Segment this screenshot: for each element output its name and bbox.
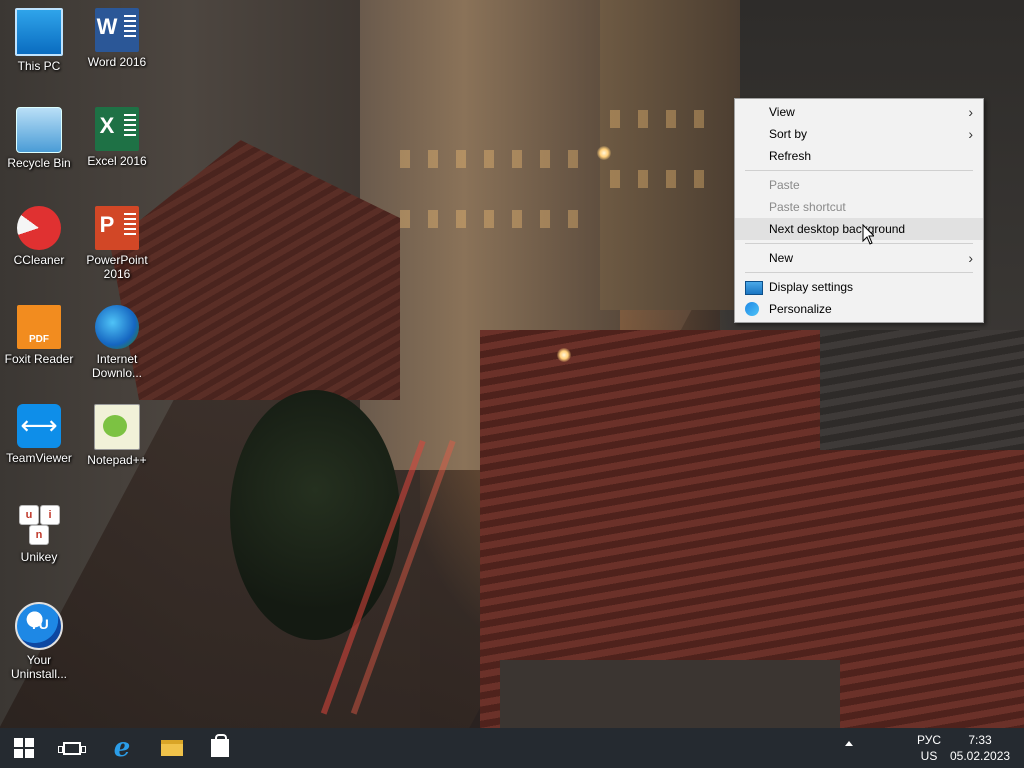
desktop-icon-ccleaner[interactable]: CCleaner <box>0 206 78 267</box>
file-explorer-button[interactable] <box>148 728 196 768</box>
store-icon <box>211 734 229 757</box>
menu-item-label: Display settings <box>769 280 854 294</box>
menu-item-personalize[interactable]: Personalize <box>735 298 983 320</box>
display-settings-icon <box>745 281 763 295</box>
desktop-icon-word[interactable]: W Word 2016 <box>78 8 156 69</box>
chevron-right-icon: › <box>968 104 973 120</box>
language-bottom-text: US <box>920 749 938 763</box>
menu-item-label: Paste shortcut <box>769 200 846 214</box>
recycle-bin-icon <box>16 107 62 153</box>
teamviewer-icon <box>17 404 61 448</box>
desktop-icon-label: Word 2016 <box>87 55 147 69</box>
start-button[interactable] <box>0 728 48 768</box>
desktop-icon-unikey[interactable]: u i n Unikey <box>0 503 78 564</box>
wallpaper-windows <box>400 150 580 168</box>
internet-explorer-button[interactable]: e <box>98 728 146 768</box>
notepad-plus-plus-icon <box>94 404 140 450</box>
desktop-icon-label: Internet Downlo... <box>91 352 143 380</box>
internet-explorer-icon: e <box>113 733 131 763</box>
system-clock[interactable]: 7:33 05.02.2023 <box>950 732 1010 764</box>
wallpaper-tree <box>230 390 400 640</box>
show-hidden-icons-chevron-up-icon[interactable] <box>845 741 853 746</box>
powerpoint-icon: P <box>95 206 139 250</box>
personalize-icon <box>745 302 759 316</box>
file-explorer-icon <box>161 740 183 756</box>
menu-separator <box>745 170 973 171</box>
desktop-icon-label: Notepad++ <box>87 453 147 467</box>
clock-date: 05.02.2023 <box>950 749 1011 763</box>
input-language-indicator[interactable]: РУС US <box>912 732 946 764</box>
wallpaper-house-front <box>500 660 840 728</box>
menu-item-sort-by[interactable]: Sort by › <box>735 123 983 145</box>
task-view-button[interactable] <box>48 728 96 768</box>
language-top-text: РУС <box>916 733 942 747</box>
menu-separator <box>745 243 973 244</box>
unikey-icon: u i n <box>17 503 61 547</box>
menu-item-label: New <box>769 251 794 265</box>
menu-item-refresh[interactable]: Refresh <box>735 145 983 167</box>
wallpaper-building-far <box>600 0 740 310</box>
desktop-icon-label: Your Uninstall... <box>10 653 68 681</box>
desktop-icon-label: This PC <box>17 59 61 73</box>
your-uninstaller-icon: YU <box>15 602 63 650</box>
wallpaper-windows <box>400 210 580 228</box>
this-pc-icon <box>15 8 63 56</box>
desktop-icon-label: PowerPoint 2016 <box>86 253 148 281</box>
wallpaper-streetlamp <box>597 146 611 160</box>
desktop-icon-label: Foxit Reader <box>4 352 74 366</box>
internet-download-manager-icon <box>95 305 139 349</box>
menu-item-label: Paste <box>769 178 800 192</box>
menu-item-view[interactable]: View › <box>735 101 983 123</box>
wallpaper-roof-dark <box>820 330 1024 450</box>
ccleaner-icon <box>17 206 61 250</box>
task-view-icon <box>58 741 86 755</box>
desktop-icon-internet-download-manager[interactable]: Internet Downlo... <box>78 305 156 380</box>
store-button[interactable] <box>196 728 244 768</box>
desktop-context-menu: View › Sort by › Refresh Paste Paste sho… <box>734 98 984 323</box>
desktop-icon-notepad-plus-plus[interactable]: Notepad++ <box>78 404 156 467</box>
menu-item-new[interactable]: New › <box>735 247 983 269</box>
desktop-icon-your-uninstaller[interactable]: YU Your Uninstall... <box>0 602 78 681</box>
word-icon: W <box>95 8 139 52</box>
desktop-icon-label: Unikey <box>20 550 58 564</box>
desktop-icon-label: TeamViewer <box>6 451 72 465</box>
desktop-icon-label: Excel 2016 <box>87 154 147 168</box>
chevron-right-icon: › <box>968 126 973 142</box>
wallpaper-windows <box>610 170 720 188</box>
menu-item-label: Refresh <box>769 149 812 163</box>
wallpaper-streetlamp <box>557 348 571 362</box>
excel-icon: X <box>95 107 139 151</box>
desktop-icon-label: CCleaner <box>13 253 65 267</box>
menu-item-paste-shortcut: Paste shortcut <box>735 196 983 218</box>
menu-item-label: Next desktop background <box>769 222 906 236</box>
desktop-icon-excel[interactable]: X Excel 2016 <box>78 107 156 168</box>
menu-item-label: Personalize <box>769 302 832 316</box>
menu-item-label: View <box>769 105 795 119</box>
desktop-icon-this-pc[interactable]: This PC <box>0 8 78 73</box>
wallpaper-windows <box>610 110 720 128</box>
desktop-icon-teamviewer[interactable]: TeamViewer <box>0 404 78 465</box>
menu-item-paste: Paste <box>735 174 983 196</box>
desktop-icon-label: Recycle Bin <box>7 156 71 170</box>
desktop-icon-foxit-reader[interactable]: PDF Foxit Reader <box>0 305 78 366</box>
menu-separator <box>745 272 973 273</box>
desktop-icon-powerpoint[interactable]: P PowerPoint 2016 <box>78 206 156 281</box>
menu-item-next-desktop-background[interactable]: Next desktop background <box>735 218 983 240</box>
chevron-right-icon: › <box>968 250 973 266</box>
windows-logo-icon <box>14 738 34 758</box>
desktop-icon-recycle-bin[interactable]: Recycle Bin <box>0 107 78 170</box>
foxit-reader-icon: PDF <box>17 305 61 349</box>
clock-time: 7:33 <box>968 733 992 747</box>
menu-item-display-settings[interactable]: Display settings <box>735 276 983 298</box>
taskbar: e РУС US 7:33 05.02.2023 <box>0 728 1024 768</box>
menu-item-label: Sort by <box>769 127 808 141</box>
